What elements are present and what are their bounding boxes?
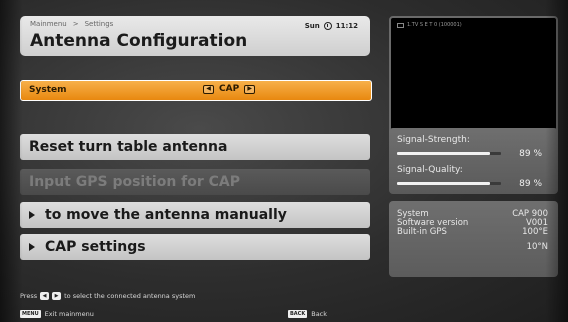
info-panel: System Software version Built-in GPS CAP… (389, 201, 558, 277)
menu-item-reset-turntable[interactable]: Reset turn table antenna (20, 134, 370, 160)
signal-quality-label: Signal-Quality: (397, 165, 463, 175)
tv-icon (397, 22, 404, 28)
signal-quality-bar (397, 182, 501, 185)
left-key-icon: ◀ (40, 292, 50, 300)
day-label: Sun (304, 22, 320, 30)
time-label: 11:12 (335, 22, 358, 30)
channel-label: 1.TV S E T 0 (100001) (407, 22, 462, 28)
info-value-gps-lon: 100°E (522, 227, 548, 237)
info-values: CAP 900 V001 100°E 10°N (512, 210, 548, 252)
submenu-arrow-icon (29, 243, 35, 251)
hint-body: to select the connected antenna system (64, 292, 196, 300)
system-value: CAP (219, 84, 240, 94)
info-value-gps-lat: 10°N (526, 242, 548, 252)
signal-strength-fill (397, 152, 490, 155)
info-label-gps: Built-in GPS (397, 227, 447, 237)
footer-exit-label: Exit mainmenu (44, 310, 94, 318)
menu-item-move-manually[interactable]: to move the antenna manually (20, 202, 370, 228)
menu-item-label: CAP settings (45, 239, 146, 255)
breadcrumb-item-mainmenu: Mainmenu (30, 20, 67, 28)
signal-panel: Signal-Strength: 89 % Signal-Quality: 89… (389, 128, 558, 194)
header-panel: Mainmenu > Settings Antenna Configuration … (20, 16, 370, 56)
menu-item-input-gps: Input GPS position for CAP (20, 169, 370, 195)
hint-text: Press ◀ ▶ to select the connected antenn… (20, 292, 195, 300)
menu-item-cap-settings[interactable]: CAP settings (20, 234, 370, 260)
page-title: Antenna Configuration (30, 31, 248, 51)
signal-strength-bar (397, 152, 501, 155)
right-key-icon: ▶ (52, 292, 62, 300)
signal-quality-fill (397, 182, 490, 185)
signal-strength-label: Signal-Strength: (397, 135, 470, 145)
clock: Sun 11:12 (305, 22, 358, 30)
info-labels: System Software version Built-in GPS (397, 210, 468, 237)
left-arrow-icon[interactable]: ◀ (203, 84, 214, 94)
menu-item-label: Reset turn table antenna (29, 139, 228, 155)
breadcrumb-separator: > (72, 20, 79, 28)
right-arrow-icon[interactable]: ▶ (244, 84, 256, 94)
menu-item-label: to move the antenna manually (45, 207, 287, 223)
system-selector[interactable]: System ◀ CAP ▶ (20, 80, 372, 101)
footer-back[interactable]: BACK Back (288, 310, 327, 318)
hint-prefix: Press (20, 292, 38, 300)
breadcrumb-item-settings: Settings (84, 20, 114, 28)
signal-strength-value: 89 % (519, 149, 542, 159)
clock-icon (323, 22, 332, 30)
footer-back-label: Back (311, 310, 328, 318)
footer-exit[interactable]: MENU Exit mainmenu (20, 310, 94, 318)
submenu-arrow-icon (29, 211, 35, 219)
tv-screen: Mainmenu > Settings Antenna Configuration … (0, 0, 568, 322)
system-value-group: ◀ CAP ▶ (203, 84, 256, 94)
menu-key-icon: MENU (20, 310, 41, 318)
menu-item-label: Input GPS position for CAP (29, 174, 241, 190)
signal-quality-value: 89 % (519, 179, 542, 189)
system-label: System (29, 85, 67, 95)
channel-info: 1.TV S E T 0 (100001) (397, 22, 462, 28)
back-key-icon: BACK (288, 310, 308, 318)
breadcrumb: Mainmenu > Settings (30, 20, 113, 28)
video-preview: 1.TV S E T 0 (100001) (389, 16, 558, 140)
